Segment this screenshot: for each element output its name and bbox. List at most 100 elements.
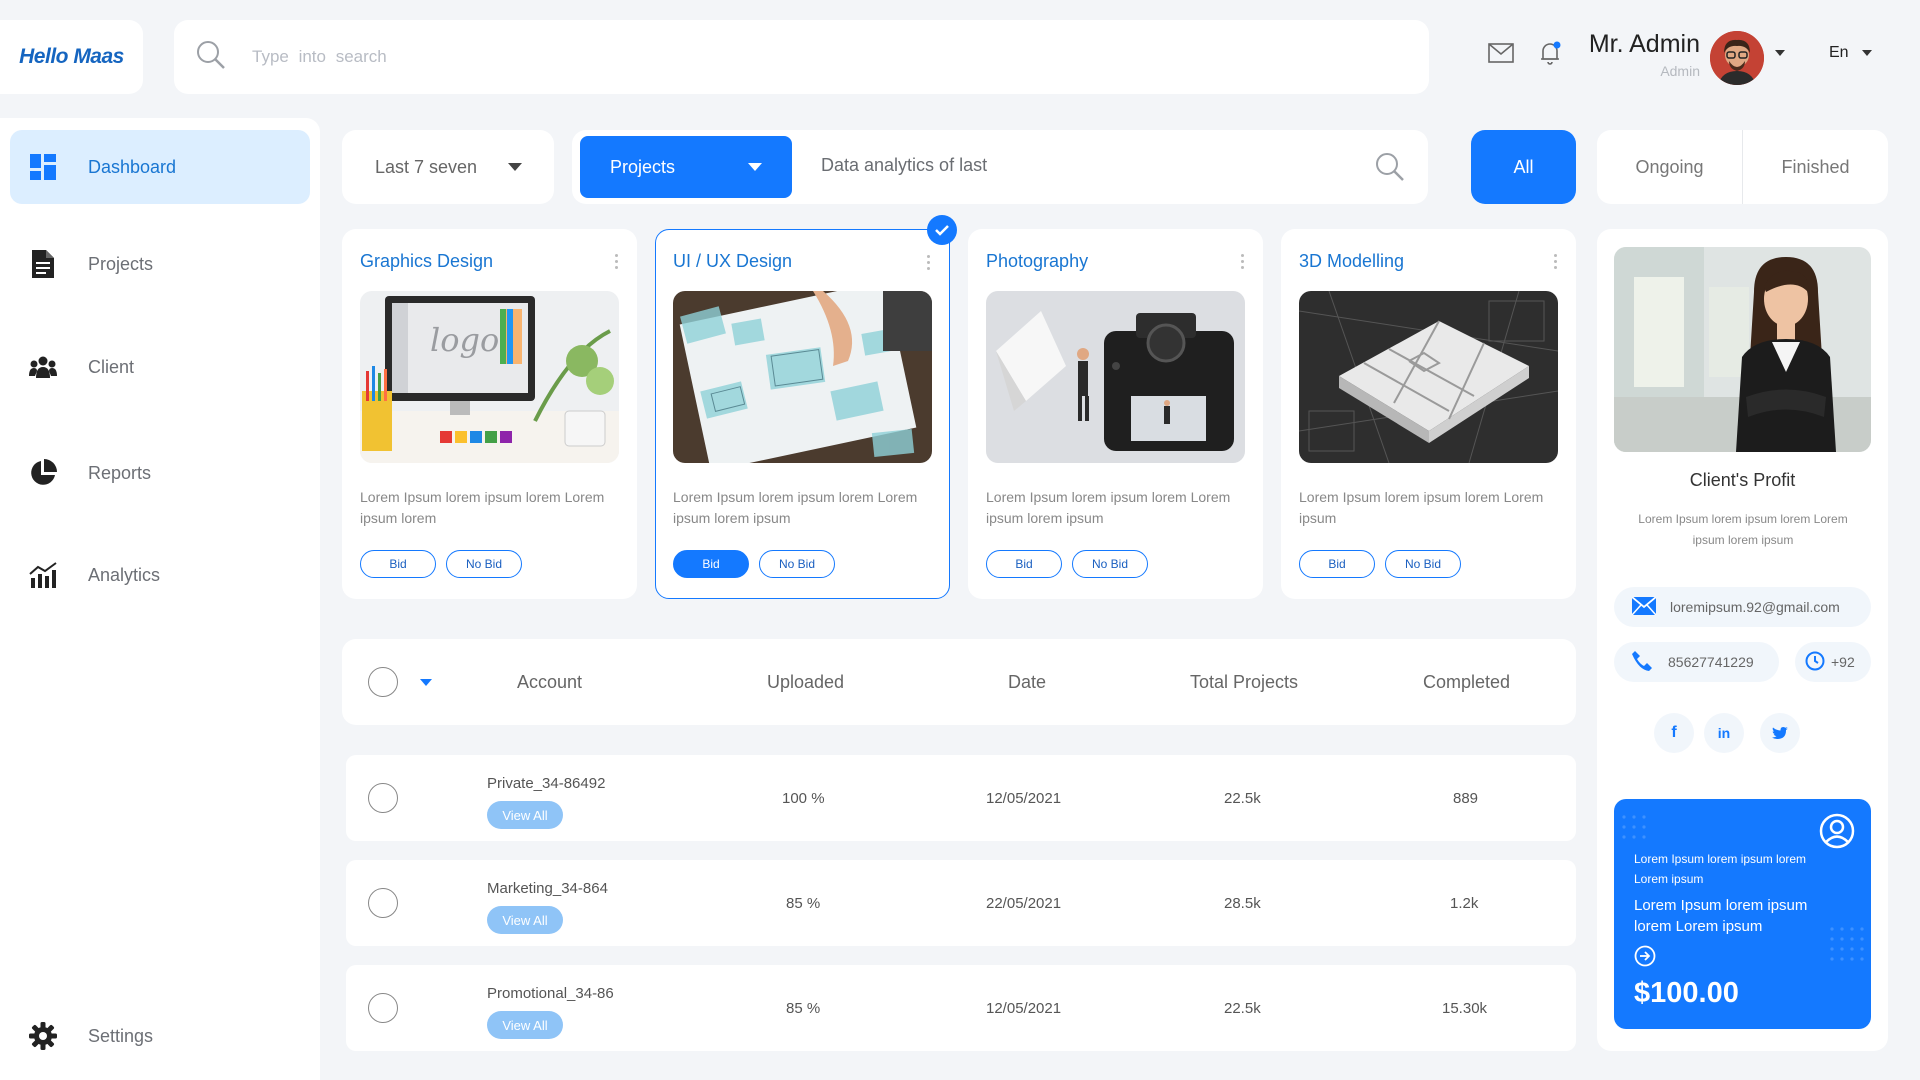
project-card[interactable]: Photography Lorem Ipsum lorem ipsum lore… (968, 229, 1263, 599)
project-card[interactable]: UI / UX Design Lorem Ipsum lorem ipsum l… (655, 229, 950, 599)
uploaded-value: 100 % (782, 790, 825, 807)
view-all-button[interactable]: View All (487, 906, 563, 934)
user-info[interactable]: Mr. Admin Admin (1585, 30, 1700, 79)
sidebar-item-label: Settings (88, 1025, 154, 1046)
sidebar-item-label: Analytics (88, 564, 161, 585)
more-vertical-icon[interactable] (1554, 254, 1558, 269)
more-vertical-icon[interactable] (927, 255, 931, 270)
project-image (1299, 291, 1558, 463)
category-select[interactable]: Projects (580, 136, 792, 198)
phone-chip[interactable]: 85627741229 (1614, 642, 1779, 682)
twitter-icon[interactable] (1760, 713, 1800, 753)
view-all-button[interactable]: View All (487, 801, 563, 829)
table-header: Account Uploaded Date Total Projects Com… (342, 639, 1576, 725)
select-all-checkbox[interactable] (368, 667, 398, 697)
project-search-input[interactable]: Data analytics of last (821, 155, 987, 176)
date-value: 22/05/2021 (986, 895, 1062, 912)
mail-icon[interactable] (1488, 43, 1514, 68)
project-image: logo (360, 291, 619, 463)
facebook-icon[interactable]: f (1654, 713, 1694, 753)
bid-button[interactable]: Bid (673, 550, 749, 578)
project-description: Lorem Ipsum lorem ipsum lorem Lorem ipsu… (360, 489, 605, 526)
sidebar-item-projects[interactable]: Projects (10, 227, 310, 301)
sidebar-item-label: Reports (88, 462, 152, 483)
bid-button[interactable]: Bid (360, 550, 436, 578)
no-bid-button[interactable]: No Bid (446, 550, 522, 578)
column-completed[interactable]: Completed (1423, 672, 1510, 693)
user-name: Mr. Admin (1588, 30, 1700, 58)
project-description: Lorem Ipsum lorem ipsum lorem Lorem ipsu… (986, 489, 1231, 526)
sidebar-item-reports[interactable]: Reports (10, 436, 310, 510)
no-bid-button[interactable]: No Bid (1385, 550, 1461, 578)
promo-text: Lorem Ipsum lorem ipsum lorem Lorem ipsu… (1634, 897, 1808, 935)
column-date[interactable]: Date (1008, 672, 1046, 693)
tab-ongoing[interactable]: Ongoing (1597, 130, 1743, 204)
arrow-right-circle-icon[interactable] (1634, 945, 1656, 972)
project-description: Lorem Ipsum lorem ipsum lorem Lorem ipsu… (1299, 489, 1544, 526)
brand-logo[interactable]: Hello Maas (0, 20, 143, 94)
row-checkbox[interactable] (368, 783, 398, 813)
language-select[interactable]: En (1829, 44, 1849, 62)
bell-icon[interactable] (1538, 40, 1562, 71)
client-photo (1614, 247, 1871, 452)
total-projects-value: 28.5k (1224, 895, 1261, 912)
table-row[interactable]: Promotional_34-86 View All 85 % 12/05/20… (346, 965, 1576, 1051)
project-card[interactable]: 3D Modelling Lorem Ipsum lorem ipsum lor… (1281, 229, 1576, 599)
period-select[interactable]: Last 7 seven (342, 130, 554, 204)
no-bid-button[interactable]: No Bid (1072, 550, 1148, 578)
account-name: Private_34-86492 (487, 775, 606, 792)
search-input[interactable]: Type into search (252, 47, 387, 67)
sidebar-item-label: Projects (88, 253, 154, 274)
global-search[interactable]: Type into search (174, 20, 1429, 94)
country-code-chip[interactable]: +92 (1795, 642, 1871, 682)
row-checkbox[interactable] (368, 993, 398, 1023)
total-projects-value: 22.5k (1224, 1000, 1261, 1017)
table-row[interactable]: Private_34-86492 View All 100 % 12/05/20… (346, 755, 1576, 841)
more-vertical-icon[interactable] (615, 254, 619, 269)
sidebar-item-dashboard[interactable]: Dashboard (10, 130, 310, 204)
clock-icon (1805, 651, 1825, 674)
document-icon (28, 249, 58, 279)
gear-icon (28, 1021, 58, 1051)
svg-text:logo: logo (430, 321, 499, 359)
column-total-projects[interactable]: Total Projects (1190, 672, 1298, 693)
bid-button[interactable]: Bid (1299, 550, 1375, 578)
project-title: Photography (986, 251, 1089, 271)
sidebar-item-label: Client (88, 356, 135, 377)
more-vertical-icon[interactable] (1241, 254, 1245, 269)
users-icon (28, 352, 58, 382)
search-icon[interactable] (1375, 152, 1405, 187)
bid-button[interactable]: Bid (986, 550, 1062, 578)
status-tabs: Ongoing Finished (1597, 130, 1888, 204)
promo-price: $100.00 (1634, 977, 1739, 1009)
project-image (986, 291, 1245, 463)
sidebar-item-client[interactable]: Client (10, 330, 310, 404)
column-uploaded[interactable]: Uploaded (767, 672, 844, 693)
user-circle-icon (1819, 813, 1855, 854)
sidebar-item-analytics[interactable]: Analytics (10, 538, 310, 612)
project-title: 3D Modelling (1299, 251, 1405, 271)
row-checkbox[interactable] (368, 888, 398, 918)
tab-all[interactable]: All (1471, 130, 1576, 204)
user-menu-chevron-icon[interactable] (1775, 50, 1785, 56)
view-all-button[interactable]: View All (487, 1011, 563, 1039)
pie-chart-icon (28, 458, 58, 488)
language-chevron-icon[interactable] (1862, 50, 1872, 56)
phone-icon (1631, 650, 1653, 675)
avatar[interactable] (1710, 31, 1764, 85)
linkedin-icon[interactable]: in (1704, 713, 1744, 753)
email-chip[interactable]: loremipsum.92@gmail.com (1614, 587, 1871, 627)
sidebar-item-settings[interactable]: Settings (10, 999, 310, 1073)
country-code-text: +92 (1831, 654, 1855, 670)
project-card[interactable]: Graphics Design logo Lorem Ipsum lorem i… (342, 229, 637, 599)
no-bid-button[interactable]: No Bid (759, 550, 835, 578)
table-row[interactable]: Marketing_34-864 View All 85 % 22/05/202… (346, 860, 1576, 946)
project-title: Graphics Design (360, 251, 494, 271)
bar-chart-icon (28, 560, 58, 590)
promo-card[interactable]: Lorem Ipsum lorem ipsum lorem Lorem ipsu… (1614, 799, 1871, 1029)
email-text: loremipsum.92@gmail.com (1670, 599, 1840, 615)
tab-finished[interactable]: Finished (1743, 130, 1888, 204)
chevron-down-icon[interactable] (420, 679, 432, 686)
column-account[interactable]: Account (517, 672, 582, 693)
category-value: Projects (610, 156, 676, 177)
